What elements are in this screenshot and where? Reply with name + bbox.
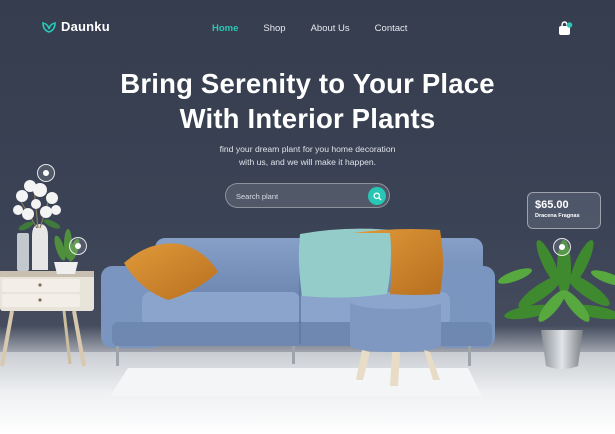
dracena-plant [497,240,615,369]
product-price: $65.00 [535,199,569,211]
rug [110,368,482,396]
search-input[interactable] [236,189,361,203]
product-name: Dracena Fragnas [535,213,580,219]
hero-title: Bring Serenity to Your Place With Interi… [0,66,615,136]
hotspot-dot-icon [75,243,81,249]
brand-name: Daunku [61,19,110,34]
search-icon [372,191,382,201]
nav-shop-link[interactable]: Shop [263,23,285,34]
nav-home-link[interactable]: Home [212,23,238,34]
hotspot-dot-icon [43,170,49,176]
search-bar [225,183,390,208]
nav-about-us-link[interactable]: About Us [311,23,350,34]
pillow-teal [298,228,391,298]
hero-title-line-2: With Interior Plants [179,103,436,134]
top-navigation: Daunku Home Shop About Us Contact [0,0,615,56]
product-hotspot-small-plant[interactable] [69,237,87,255]
leaf-logo-icon [42,20,56,34]
search-button[interactable] [368,187,386,205]
hero-section: Daunku Home Shop About Us Contact Bring … [0,0,615,434]
hero-subtitle-line-1: find your dream plant for you home decor… [219,144,396,154]
hero-subtitle: find your dream plant for you home decor… [0,143,615,169]
orchid-plant [13,180,61,271]
hero-title-line-1: Bring Serenity to Your Place [120,68,495,99]
product-hotspot-orchid[interactable] [37,164,55,182]
shopping-bag-icon[interactable] [557,20,573,36]
product-price-card[interactable]: $65.00 Dracena Fragnas [527,192,601,229]
brand-logo[interactable]: Daunku [42,19,110,34]
hotspot-dot-icon [559,244,565,250]
side-table [0,271,94,367]
hero-subtitle-line-2: with us, and we will make it happen. [238,157,377,167]
product-hotspot-dracena[interactable] [553,238,571,256]
nav-contact-link[interactable]: Contact [375,23,408,34]
main-menu: Home Shop About Us Contact [212,23,432,34]
